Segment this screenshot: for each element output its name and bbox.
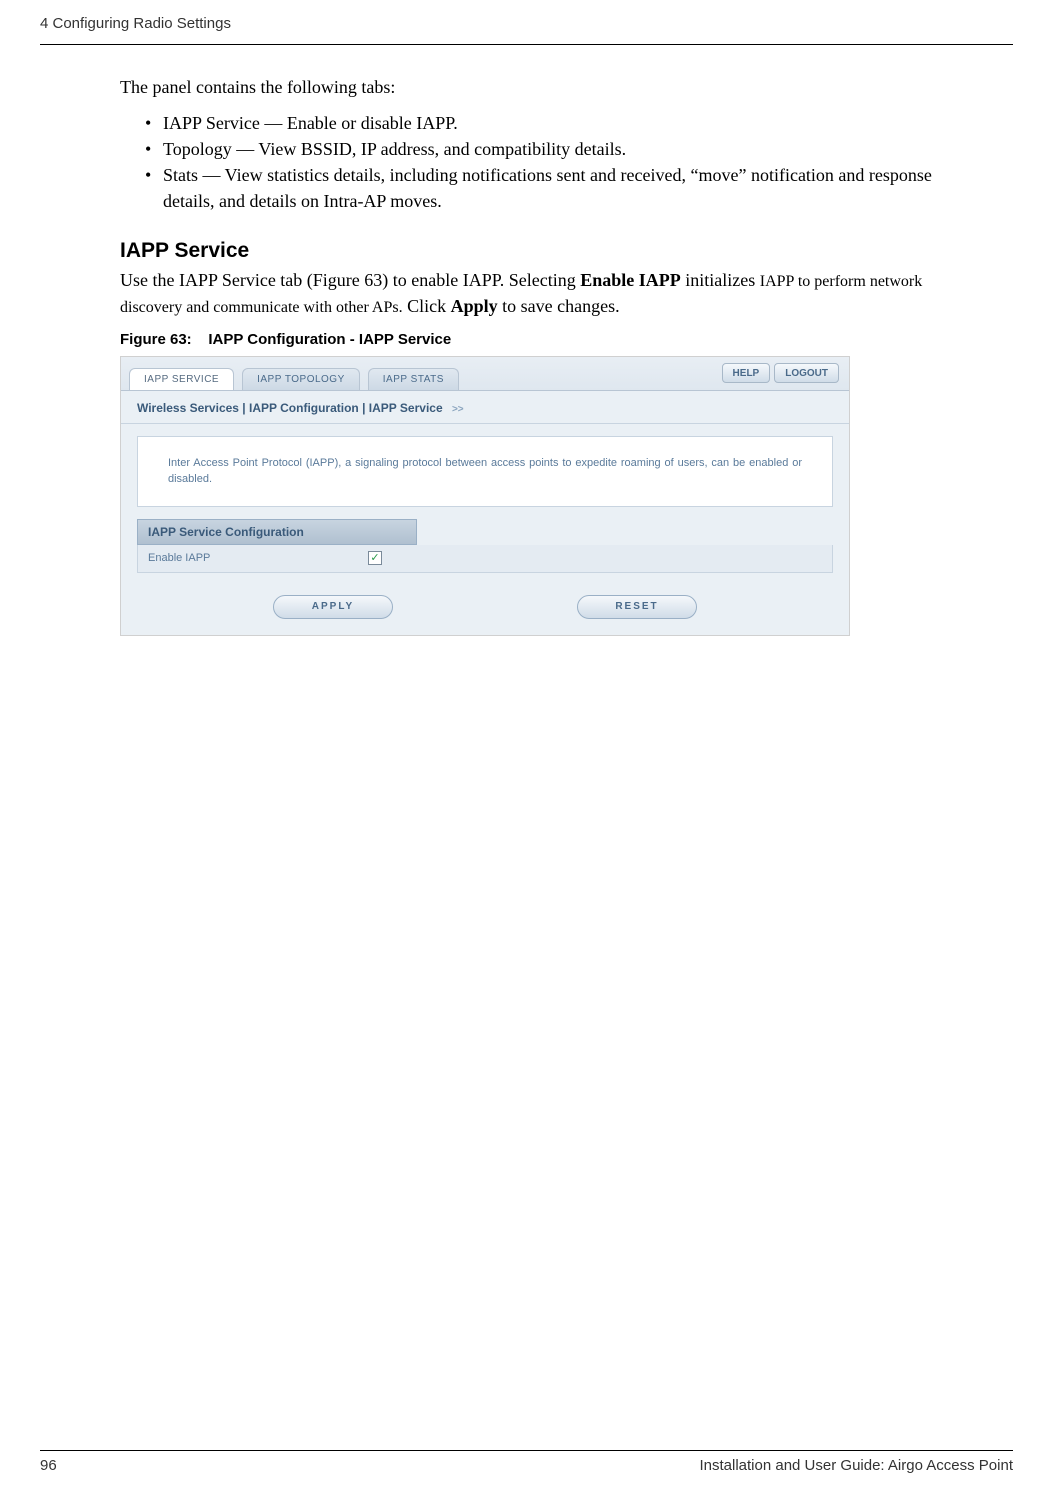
footer-rule	[40, 1450, 1013, 1451]
intro-paragraph: The panel contains the following tabs:	[120, 75, 973, 100]
tab-iapp-stats[interactable]: IAPP STATS	[368, 368, 459, 390]
enable-iapp-checkbox[interactable]: ✓	[368, 551, 382, 565]
tab-iapp-topology[interactable]: IAPP TOPOLOGY	[242, 368, 360, 390]
tab-bullet-list: IAPP Service — Enable or disable IAPP. T…	[120, 110, 973, 214]
body-text: to save changes.	[498, 296, 620, 316]
enable-iapp-label: Enable IAPP	[138, 552, 358, 564]
body-text: Use the IAPP Service tab (Figure 63) to …	[120, 270, 580, 290]
chapter-label: 4 Configuring Radio Settings	[40, 15, 231, 32]
list-item: Stats — View statistics details, includi…	[145, 162, 973, 214]
list-item: IAPP Service — Enable or disable IAPP.	[145, 110, 973, 136]
iapp-service-heading: IAPP Service	[120, 239, 973, 263]
breadcrumb-arrow-icon: >>	[452, 404, 464, 415]
page-footer: 96 Installation and User Guide: Airgo Ac…	[0, 1450, 1053, 1474]
body-text: Click	[403, 296, 451, 316]
breadcrumb-text: Wireless Services | IAPP Configuration |…	[137, 401, 443, 415]
figure-caption: Figure 63: IAPP Configuration - IAPP Ser…	[120, 331, 973, 348]
list-item: Topology — View BSSID, IP address, and c…	[145, 136, 973, 162]
apply-button[interactable]: APPLY	[273, 595, 393, 619]
breadcrumb: Wireless Services | IAPP Configuration |…	[121, 391, 849, 424]
iapp-service-paragraph: Use the IAPP Service tab (Figure 63) to …	[120, 267, 973, 319]
logout-button[interactable]: LOGOUT	[774, 363, 839, 383]
description-panel: Inter Access Point Protocol (IAPP), a si…	[137, 436, 833, 507]
description-text: Inter Access Point Protocol (IAPP), a si…	[168, 455, 802, 488]
doc-title: Installation and User Guide: Airgo Acces…	[699, 1457, 1013, 1474]
header-button-group: HELP LOGOUT	[722, 363, 839, 383]
figure-number: Figure 63:	[120, 331, 192, 348]
figure-title: IAPP Configuration - IAPP Service	[208, 331, 451, 348]
tab-iapp-service[interactable]: IAPP SERVICE	[129, 368, 234, 390]
tab-row: IAPP SERVICE IAPP TOPOLOGY IAPP STATS HE…	[121, 357, 849, 391]
iapp-config-screenshot: IAPP SERVICE IAPP TOPOLOGY IAPP STATS HE…	[120, 356, 850, 636]
page-content: The panel contains the following tabs: I…	[0, 45, 1053, 636]
config-row: Enable IAPP ✓	[137, 545, 833, 573]
page-header: 4 Configuring Radio Settings	[0, 0, 1053, 40]
enable-iapp-bold: Enable IAPP	[580, 270, 681, 290]
config-section-header: IAPP Service Configuration	[137, 519, 417, 545]
body-text: initializes	[681, 270, 760, 290]
apply-bold: Apply	[451, 296, 498, 316]
config-control: ✓	[358, 551, 382, 565]
footer-content: 96 Installation and User Guide: Airgo Ac…	[40, 1457, 1013, 1474]
page-number: 96	[40, 1457, 57, 1474]
help-button[interactable]: HELP	[722, 363, 771, 383]
config-section: IAPP Service Configuration Enable IAPP ✓	[137, 519, 833, 573]
reset-button[interactable]: RESET	[577, 595, 697, 619]
action-button-row: APPLY RESET	[121, 585, 849, 635]
